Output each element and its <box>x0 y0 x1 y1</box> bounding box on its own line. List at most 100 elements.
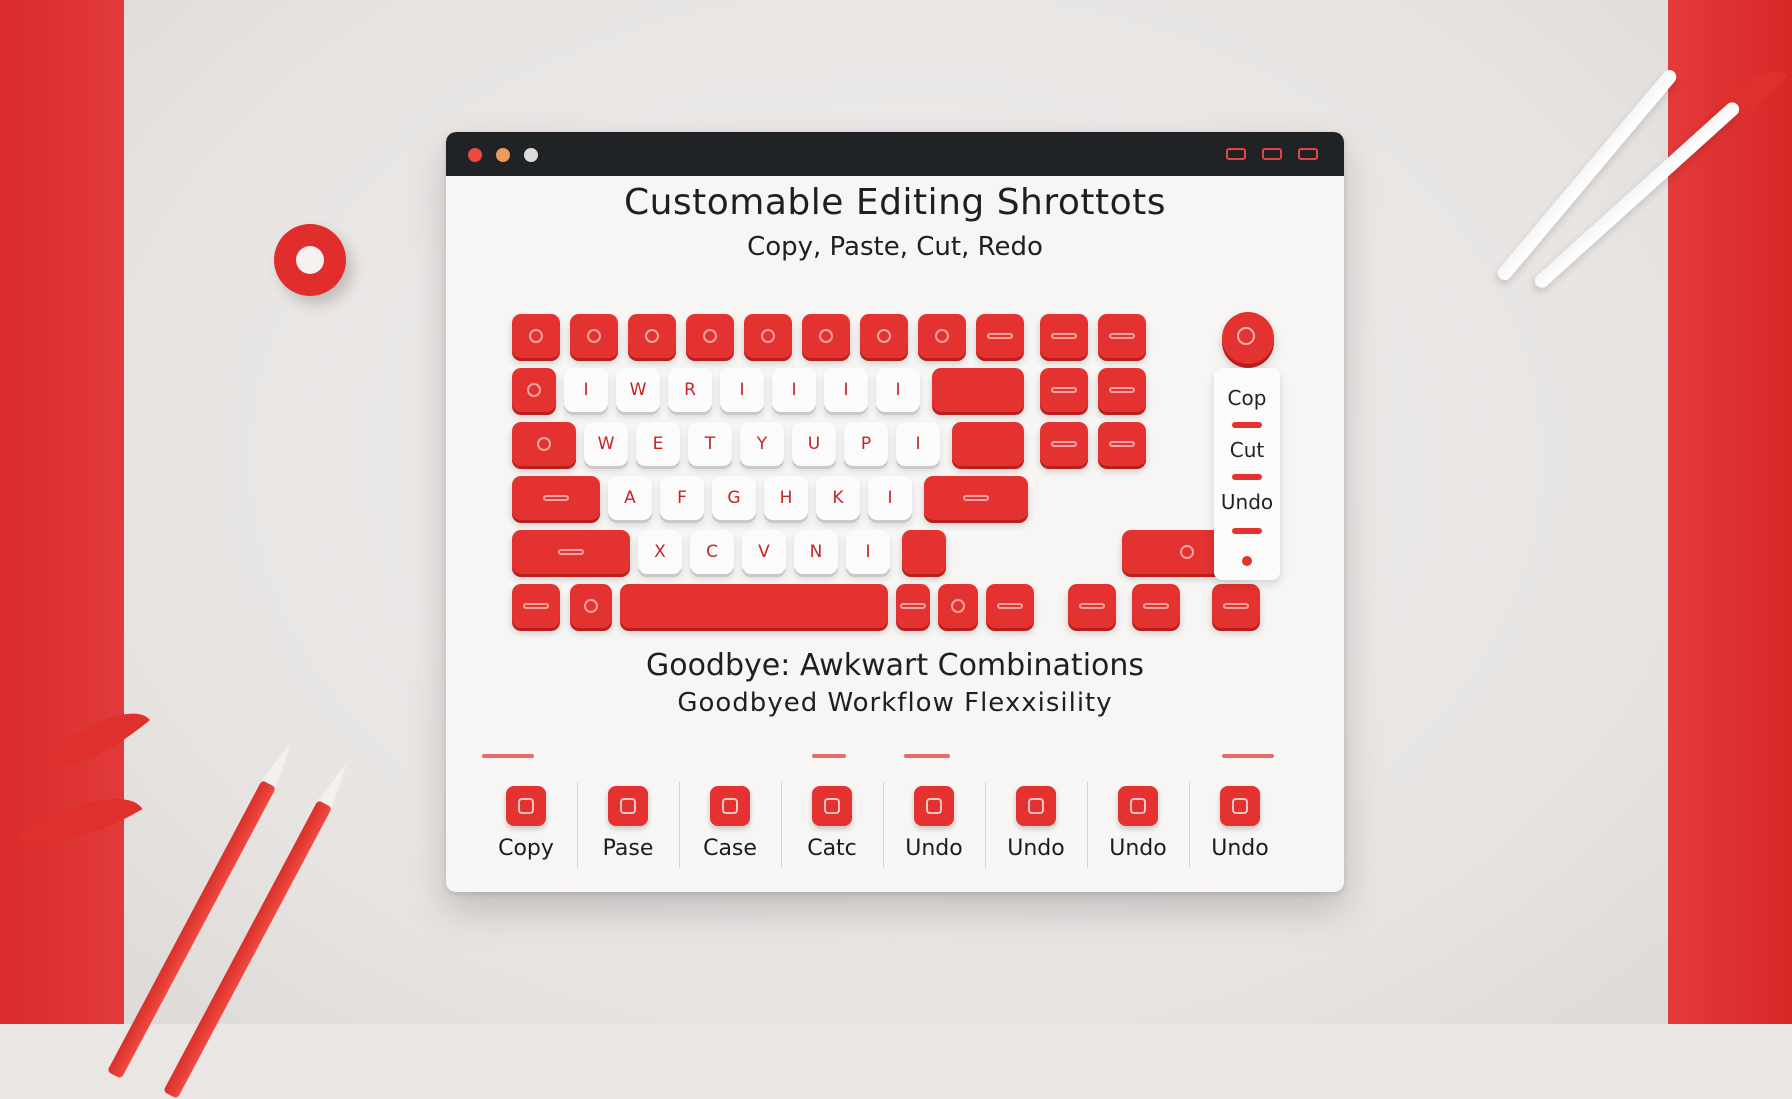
toolbar-item-pase[interactable]: Pase <box>578 774 678 876</box>
key[interactable] <box>628 314 676 358</box>
key[interactable] <box>802 314 850 358</box>
key[interactable] <box>512 476 600 520</box>
key-label: R <box>684 380 696 400</box>
key[interactable] <box>1098 314 1146 358</box>
key[interactable] <box>686 314 734 358</box>
toolbar-caption-mark <box>1222 754 1274 758</box>
key[interactable] <box>976 314 1024 358</box>
key-label: F <box>677 488 687 508</box>
key-c[interactable]: C <box>690 530 734 574</box>
key-label: A <box>624 488 636 508</box>
key[interactable] <box>512 584 560 628</box>
key[interactable] <box>986 584 1034 628</box>
key[interactable] <box>512 368 556 412</box>
undo-icon-glyph <box>1232 798 1248 814</box>
cut-icon-glyph <box>824 798 840 814</box>
key[interactable] <box>1098 368 1146 412</box>
case-icon-glyph <box>722 798 738 814</box>
key-i[interactable]: I <box>868 476 912 520</box>
toolbar-item-label: Pase <box>602 836 654 861</box>
key[interactable] <box>1040 368 1088 412</box>
key[interactable] <box>952 422 1024 466</box>
toolbar-item-case[interactable]: Case <box>680 774 780 876</box>
key-label: E <box>652 434 664 454</box>
key[interactable] <box>896 584 930 628</box>
key-w[interactable]: W <box>584 422 628 466</box>
decorative-ring <box>274 224 346 296</box>
key[interactable] <box>620 584 888 628</box>
key[interactable] <box>1212 584 1260 628</box>
glyph-icon <box>529 329 543 343</box>
key-i[interactable]: I <box>564 368 608 412</box>
key[interactable] <box>1098 422 1146 466</box>
key-e[interactable]: E <box>636 422 680 466</box>
key-p[interactable]: P <box>844 422 888 466</box>
toolbar-item-undo[interactable]: Undo <box>884 774 984 876</box>
key-label: K <box>832 488 844 508</box>
undo-icon-glyph <box>1130 798 1146 814</box>
toolbar-item-undo[interactable]: Undo <box>1088 774 1188 876</box>
key[interactable] <box>570 314 618 358</box>
key[interactable] <box>1132 584 1180 628</box>
rotary-knob[interactable] <box>1222 312 1274 364</box>
key[interactable] <box>512 422 576 466</box>
cut-icon <box>812 786 852 826</box>
toolbar-caption-row <box>446 754 1344 764</box>
key-n[interactable]: N <box>794 530 838 574</box>
key[interactable] <box>902 530 946 574</box>
key-label: W <box>629 380 647 400</box>
key[interactable] <box>512 314 560 358</box>
key-label: W <box>597 434 615 454</box>
key-v[interactable]: V <box>742 530 786 574</box>
key-k[interactable]: K <box>816 476 860 520</box>
toolbar-item-undo[interactable]: Undo <box>986 774 1086 876</box>
key[interactable] <box>744 314 792 358</box>
key-i[interactable]: I <box>876 368 920 412</box>
key-y[interactable]: Y <box>740 422 784 466</box>
toolbar-item-copy[interactable]: Copy <box>476 774 576 876</box>
key-label: V <box>758 542 770 562</box>
key-w[interactable]: W <box>616 368 660 412</box>
key[interactable] <box>938 584 978 628</box>
key[interactable] <box>1040 314 1088 358</box>
key[interactable] <box>860 314 908 358</box>
tagline-secondary: Goodbyed Workflow Flexxisility <box>677 688 1113 718</box>
bar-icon <box>543 495 569 501</box>
key-g[interactable]: G <box>712 476 756 520</box>
key[interactable] <box>932 368 1024 412</box>
key-i[interactable]: I <box>772 368 816 412</box>
key-t[interactable]: T <box>688 422 732 466</box>
tagline-primary: Goodbye: Awkwart Combinations <box>645 648 1145 683</box>
key[interactable] <box>924 476 1028 520</box>
key-i[interactable]: I <box>720 368 764 412</box>
shortcut-panel-item[interactable]: Cut <box>1214 438 1280 462</box>
key-i[interactable]: I <box>896 422 940 466</box>
key-h[interactable]: H <box>764 476 808 520</box>
keyboard: I W R I I I I W E T Y U P I A F G H K I X C V N I <box>446 132 1344 632</box>
glyph-icon <box>703 329 717 343</box>
key-x[interactable]: X <box>638 530 682 574</box>
toolbar-item-undo[interactable]: Undo <box>1190 774 1290 876</box>
toolbar-item-catc[interactable]: Catc <box>782 774 882 876</box>
key-a[interactable]: A <box>608 476 652 520</box>
key[interactable] <box>1040 422 1088 466</box>
paste-icon-glyph <box>620 798 636 814</box>
key-u[interactable]: U <box>792 422 836 466</box>
shortcut-panel-item[interactable]: Undo <box>1214 490 1280 514</box>
bar-icon <box>1051 333 1077 339</box>
key-r[interactable]: R <box>668 368 712 412</box>
case-icon <box>710 786 750 826</box>
key-f[interactable]: F <box>660 476 704 520</box>
shortcut-panel-item[interactable]: Cop <box>1214 386 1280 410</box>
key-i[interactable]: I <box>846 530 890 574</box>
glyph-icon <box>645 329 659 343</box>
glyph-icon <box>951 599 965 613</box>
key[interactable] <box>570 584 612 628</box>
key[interactable] <box>1068 584 1116 628</box>
shortcut-panel-dot <box>1242 556 1252 566</box>
key[interactable] <box>918 314 966 358</box>
key-i[interactable]: I <box>824 368 868 412</box>
key[interactable] <box>512 530 630 574</box>
shortcut-panel-dash <box>1232 474 1262 480</box>
paste-icon <box>608 786 648 826</box>
